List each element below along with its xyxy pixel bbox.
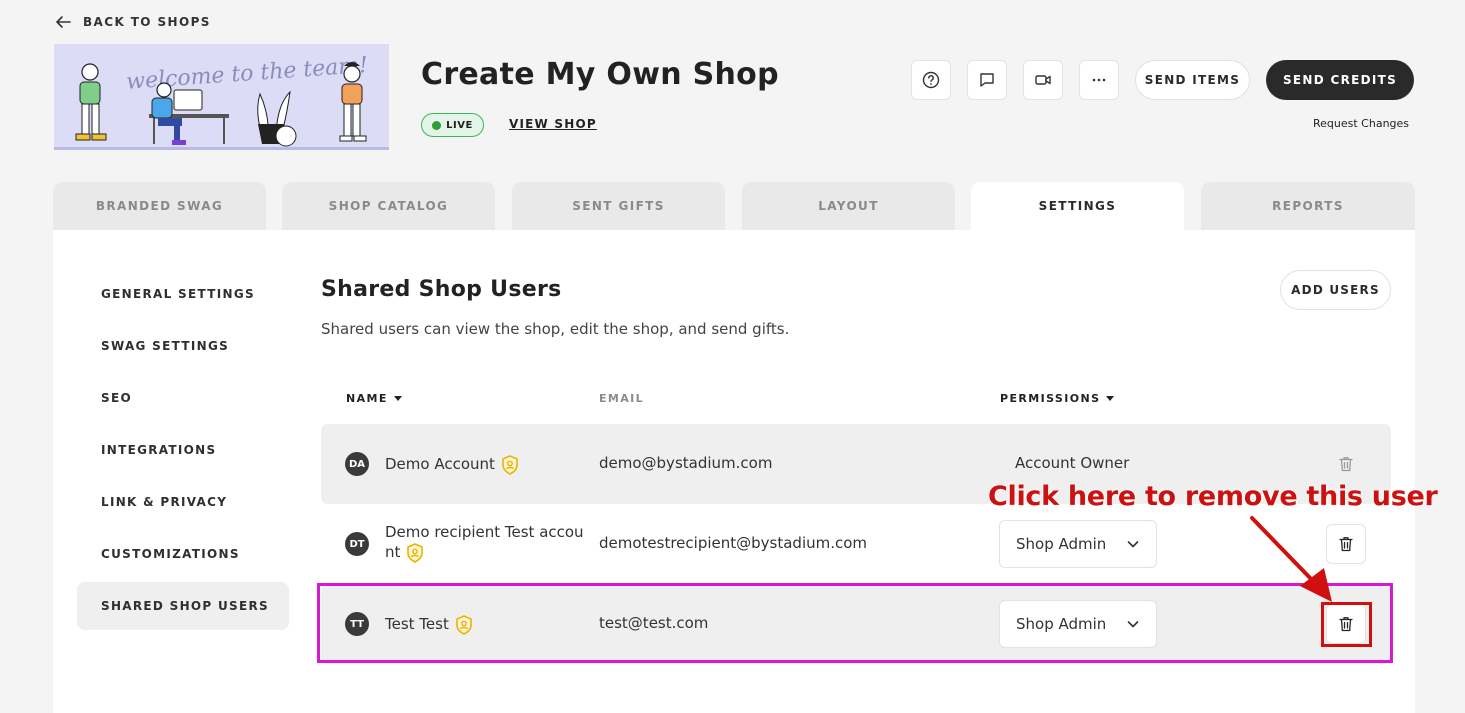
- permission-select-value: Shop Admin: [1016, 615, 1107, 633]
- video-icon: [1035, 75, 1051, 85]
- user-name-line-2: nt: [385, 543, 401, 561]
- avatar: DA: [345, 452, 369, 476]
- permission-select[interactable]: Shop Admin: [999, 520, 1157, 568]
- more-icon: [1092, 78, 1106, 82]
- sort-caret-icon: [1106, 396, 1115, 401]
- back-to-shops-label: BACK TO SHOPS: [83, 15, 211, 29]
- tab-layout[interactable]: LAYOUT: [742, 182, 955, 230]
- annotation-callout: Click here to remove this user: [988, 481, 1438, 512]
- user-name-line-1: Demo recipient Test accou: [385, 523, 584, 541]
- tab-sent-gifts[interactable]: SENT GIFTS: [512, 182, 725, 230]
- delete-user-button[interactable]: [1326, 604, 1366, 644]
- user-name: Demo recipient Test accou nt: [385, 522, 584, 563]
- sidebar-item-swag-settings[interactable]: SWAG SETTINGS: [77, 322, 289, 370]
- more-options-button[interactable]: [1079, 60, 1119, 100]
- column-header-email: EMAIL: [599, 392, 644, 405]
- live-status-badge: LIVE: [421, 113, 484, 137]
- sidebar-item-integrations[interactable]: INTEGRATIONS: [77, 426, 289, 474]
- user-email: test@test.com: [599, 614, 709, 632]
- permission-select-value: Shop Admin: [1016, 535, 1107, 553]
- page-title: Create My Own Shop: [421, 57, 779, 92]
- avatar: DT: [345, 532, 369, 556]
- table-row: TT Test Test test@test.com Shop Admin: [321, 584, 1391, 664]
- column-header-permissions[interactable]: PERMISSIONS: [1000, 392, 1115, 405]
- email-header-label: EMAIL: [599, 392, 645, 405]
- chat-button[interactable]: [967, 60, 1007, 100]
- sidebar-item-customizations[interactable]: CUSTOMIZATIONS: [77, 530, 289, 578]
- chevron-down-icon: [1128, 541, 1139, 548]
- user-email: demotestrecipient@bystadium.com: [599, 534, 868, 552]
- video-button[interactable]: [1023, 60, 1063, 100]
- table-row: DT Demo recipient Test accou nt demotest…: [321, 504, 1391, 584]
- trash-icon: [1339, 457, 1353, 472]
- add-users-button[interactable]: ADD USERS: [1280, 270, 1391, 310]
- delete-user-button[interactable]: [1334, 452, 1358, 476]
- sort-caret-icon: [393, 396, 402, 401]
- settings-panel: GENERAL SETTINGS SWAG SETTINGS SEO INTEG…: [53, 230, 1415, 713]
- view-shop-link[interactable]: VIEW SHOP: [509, 117, 597, 131]
- trash-icon: [1339, 537, 1353, 552]
- admin-shield-icon: [502, 454, 518, 475]
- chevron-down-icon: [1128, 621, 1139, 628]
- request-changes-link[interactable]: Request Changes: [1313, 117, 1409, 130]
- sidebar-item-seo[interactable]: SEO: [77, 374, 289, 422]
- tab-settings[interactable]: SETTINGS: [971, 182, 1184, 230]
- chat-icon: [980, 73, 994, 87]
- delete-user-button[interactable]: [1326, 524, 1366, 564]
- send-items-button[interactable]: SEND ITEMS: [1135, 60, 1250, 100]
- send-credits-button[interactable]: SEND CREDITS: [1266, 60, 1414, 100]
- sidebar-item-shared-shop-users[interactable]: SHARED SHOP USERS: [77, 582, 289, 630]
- trash-icon: [1339, 617, 1353, 632]
- column-header-name[interactable]: NAME: [346, 392, 402, 405]
- user-name: Demo Account: [385, 454, 519, 475]
- shop-banner-image: welcome to the team!: [54, 44, 389, 150]
- live-dot-icon: [432, 120, 442, 130]
- sidebar-item-link-privacy[interactable]: LINK & PRIVACY: [77, 478, 289, 526]
- section-title: Shared Shop Users: [321, 277, 562, 302]
- section-description: Shared users can view the shop, edit the…: [321, 320, 790, 338]
- user-name-text: Test Test: [385, 615, 449, 633]
- user-email: demo@bystadium.com: [599, 454, 773, 472]
- permission-label: Account Owner: [1015, 454, 1130, 472]
- tab-shop-catalog[interactable]: SHOP CATALOG: [282, 182, 495, 230]
- admin-shield-icon: [456, 614, 472, 635]
- name-header-label: NAME: [346, 392, 388, 405]
- permission-select[interactable]: Shop Admin: [999, 600, 1157, 648]
- sidebar-item-general-settings[interactable]: GENERAL SETTINGS: [77, 270, 289, 318]
- permissions-header-label: PERMISSIONS: [1000, 392, 1101, 405]
- back-to-shops-link[interactable]: BACK TO SHOPS: [55, 14, 211, 30]
- shop-tabs: BRANDED SWAG SHOP CATALOG SENT GIFTS LAY…: [53, 182, 1415, 230]
- help-button[interactable]: [911, 60, 951, 100]
- admin-shield-icon: [407, 542, 424, 563]
- help-icon: [922, 71, 940, 89]
- tab-reports[interactable]: REPORTS: [1201, 182, 1415, 230]
- tab-branded-swag[interactable]: BRANDED SWAG: [53, 182, 266, 230]
- live-status-label: LIVE: [446, 119, 473, 131]
- avatar: TT: [345, 612, 369, 636]
- user-name: Test Test: [385, 614, 473, 635]
- user-name-text: Demo Account: [385, 455, 495, 473]
- arrow-left-icon: [56, 16, 71, 28]
